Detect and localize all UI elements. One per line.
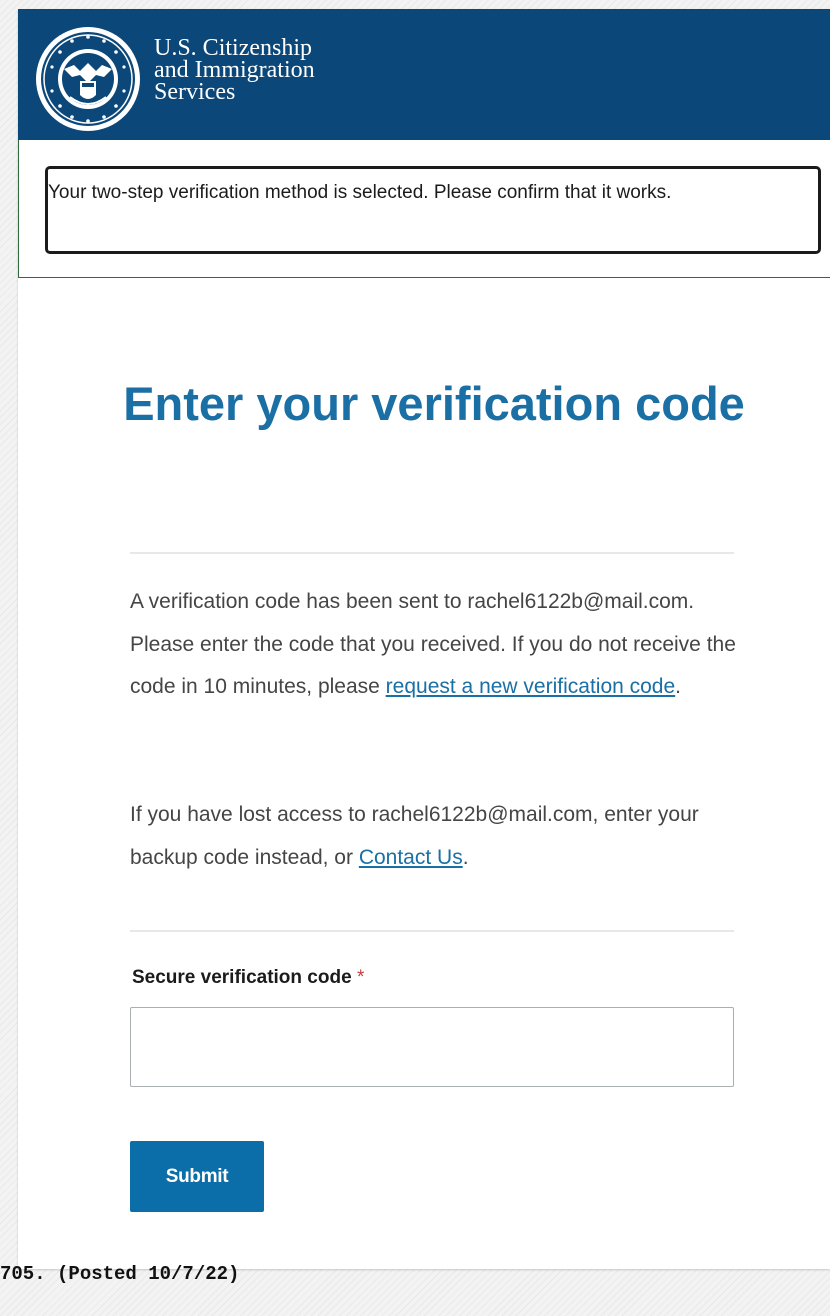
agency-name-line1: U.S. Citizenship	[154, 35, 313, 61]
alert-region: Your two-step verification method is sel…	[18, 140, 830, 278]
verification-info-text: A verification code has been sent to rac…	[130, 581, 740, 709]
required-marker: *	[356, 967, 365, 988]
request-new-code-link[interactable]: request a new verification code	[386, 675, 676, 698]
agency-name-line3: Services	[154, 79, 236, 105]
site-header: U.S. Citizenship and Immigration Service…	[18, 9, 830, 140]
alert-message: Your two-step verification method is sel…	[45, 166, 821, 254]
lost-access-text: If you have lost access to rachel6122b@m…	[130, 794, 740, 879]
dhs-seal-icon	[36, 27, 140, 131]
lost-access-text-after: .	[462, 845, 469, 869]
divider-bottom	[130, 930, 734, 932]
page-title: Enter your verification code	[123, 377, 745, 430]
divider-top	[130, 552, 734, 554]
agency-name-line2: and Immigration	[154, 57, 315, 83]
agency-name: U.S. Citizenship and Immigration Service…	[154, 35, 315, 105]
info-text-after: .	[675, 675, 682, 698]
verification-code-label-text: Secure verification code	[132, 967, 352, 988]
posted-date-footnote: 705. (Posted 10/7/22)	[0, 1263, 240, 1285]
page-card: U.S. Citizenship and Immigration Service…	[18, 9, 830, 1269]
submit-button[interactable]: Submit	[130, 1141, 264, 1212]
verification-code-input[interactable]	[130, 1007, 734, 1087]
contact-us-link[interactable]: Contact Us	[359, 846, 463, 869]
verification-code-label: Secure verification code *	[132, 967, 364, 989]
